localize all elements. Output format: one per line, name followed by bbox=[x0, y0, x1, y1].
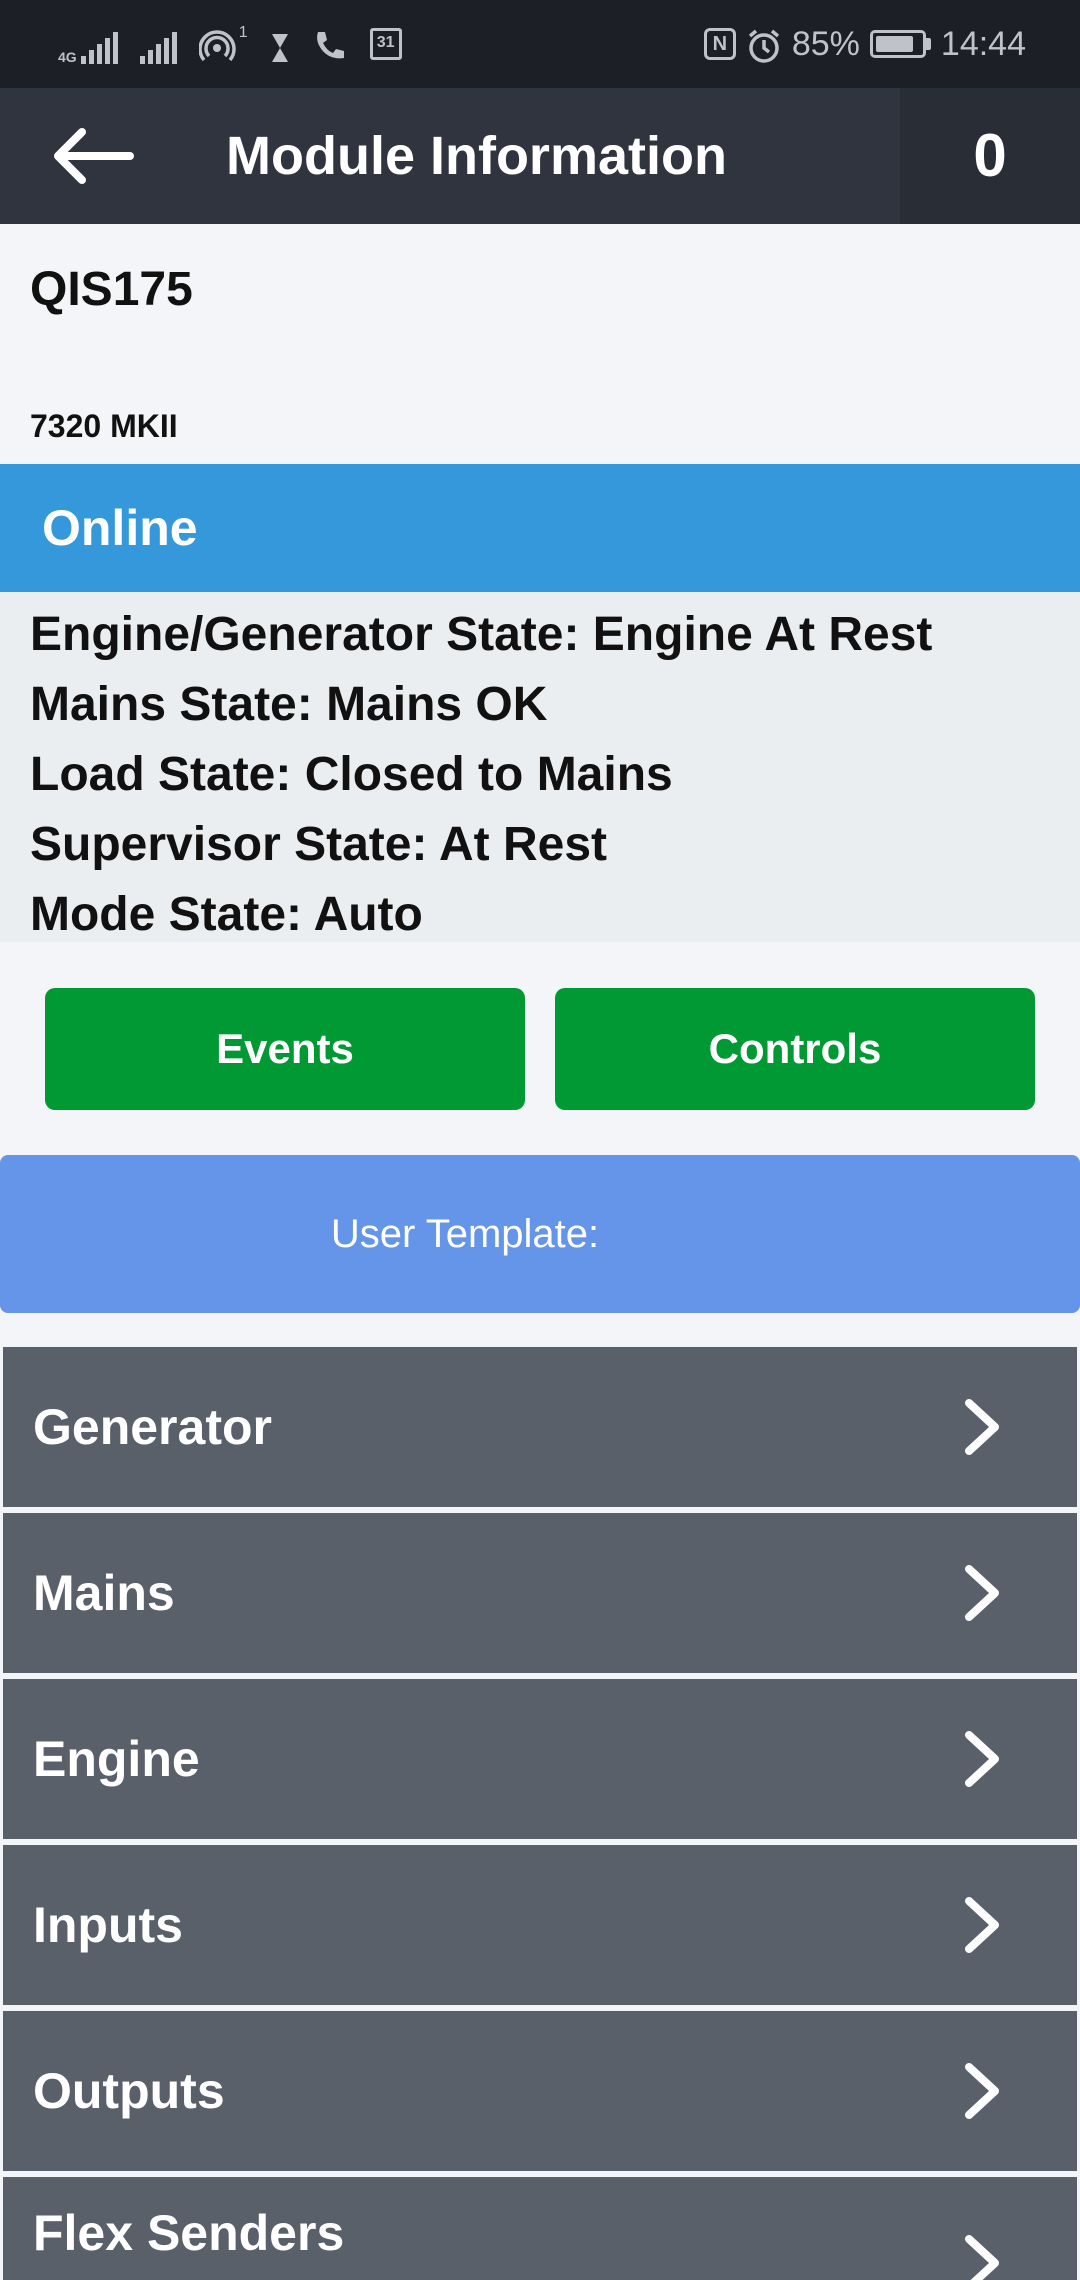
load-state: Load State: Closed to Mains bbox=[30, 748, 673, 801]
mains-state: Mains State: Mains OK bbox=[30, 678, 548, 731]
menu-item-engine[interactable]: Engine bbox=[3, 1679, 1077, 1839]
menu-item-label: Outputs bbox=[33, 2063, 225, 2119]
hourglass-icon bbox=[270, 24, 290, 64]
user-template-label: User Template: bbox=[330, 1212, 600, 1256]
engine-generator-state: Engine/Generator State: Engine At Rest bbox=[30, 608, 933, 661]
hotspot-icon: 1 bbox=[198, 24, 248, 64]
status-bar: 4G 1 31 N 85% 14:44 bbox=[0, 0, 1080, 88]
cell-signal-2-icon bbox=[139, 24, 177, 64]
module-model: 7320 MKII bbox=[30, 408, 178, 444]
status-icons-right: N 85% 14:44 bbox=[703, 22, 1026, 66]
state-list: Engine/Generator State: Engine At Rest M… bbox=[0, 592, 1080, 942]
menu-item-flex-senders[interactable]: Flex Senders bbox=[3, 2177, 1077, 2280]
connection-status: Online bbox=[42, 500, 198, 556]
controls-button[interactable]: Controls bbox=[555, 988, 1035, 1110]
menu-item-mains[interactable]: Mains bbox=[3, 1513, 1077, 1673]
calendar-icon: 31 bbox=[369, 28, 402, 60]
nfc-icon: N bbox=[703, 28, 736, 60]
app-bar: Module Information 0 bbox=[0, 88, 1080, 224]
alarm-count-badge[interactable]: 0 bbox=[900, 88, 1080, 224]
module-name: QIS175 bbox=[30, 263, 193, 316]
mode-state: Mode State: Auto bbox=[30, 888, 423, 941]
page-title: Module Information bbox=[226, 126, 727, 186]
chevron-right-icon bbox=[965, 2063, 999, 2119]
connection-status-bar: Online bbox=[0, 464, 1080, 592]
clock: 14:44 bbox=[940, 24, 1026, 63]
menu-item-inputs[interactable]: Inputs bbox=[3, 1845, 1077, 2005]
chevron-right-icon bbox=[965, 1565, 999, 1621]
menu-item-label: Flex Senders bbox=[33, 2205, 345, 2261]
battery-percent: 85% bbox=[791, 24, 860, 63]
menu-item-outputs[interactable]: Outputs bbox=[3, 2011, 1077, 2171]
back-button[interactable] bbox=[50, 118, 170, 194]
status-icons-left: 4G 1 31 bbox=[58, 22, 402, 66]
menu-item-label: Engine bbox=[33, 1731, 200, 1787]
chevron-right-icon bbox=[965, 1399, 999, 1455]
menu-item-generator[interactable]: Generator bbox=[3, 1347, 1077, 1507]
chevron-right-icon bbox=[965, 2235, 999, 2280]
cell-signal-icon: 4G bbox=[58, 24, 118, 64]
events-button[interactable]: Events bbox=[45, 988, 525, 1110]
chevron-right-icon bbox=[965, 1731, 999, 1787]
user-template-bar[interactable]: User Template: bbox=[0, 1155, 1080, 1313]
menu-item-label: Generator bbox=[33, 1399, 272, 1455]
chevron-right-icon bbox=[965, 1897, 999, 1953]
supervisor-state: Supervisor State: At Rest bbox=[30, 818, 608, 871]
wifi-calling-icon bbox=[312, 24, 348, 64]
alarm-icon bbox=[746, 24, 782, 64]
arrow-left-icon bbox=[54, 128, 134, 184]
menu-item-label: Mains bbox=[33, 1565, 175, 1621]
battery-icon bbox=[869, 30, 931, 58]
menu-item-label: Inputs bbox=[33, 1897, 183, 1953]
